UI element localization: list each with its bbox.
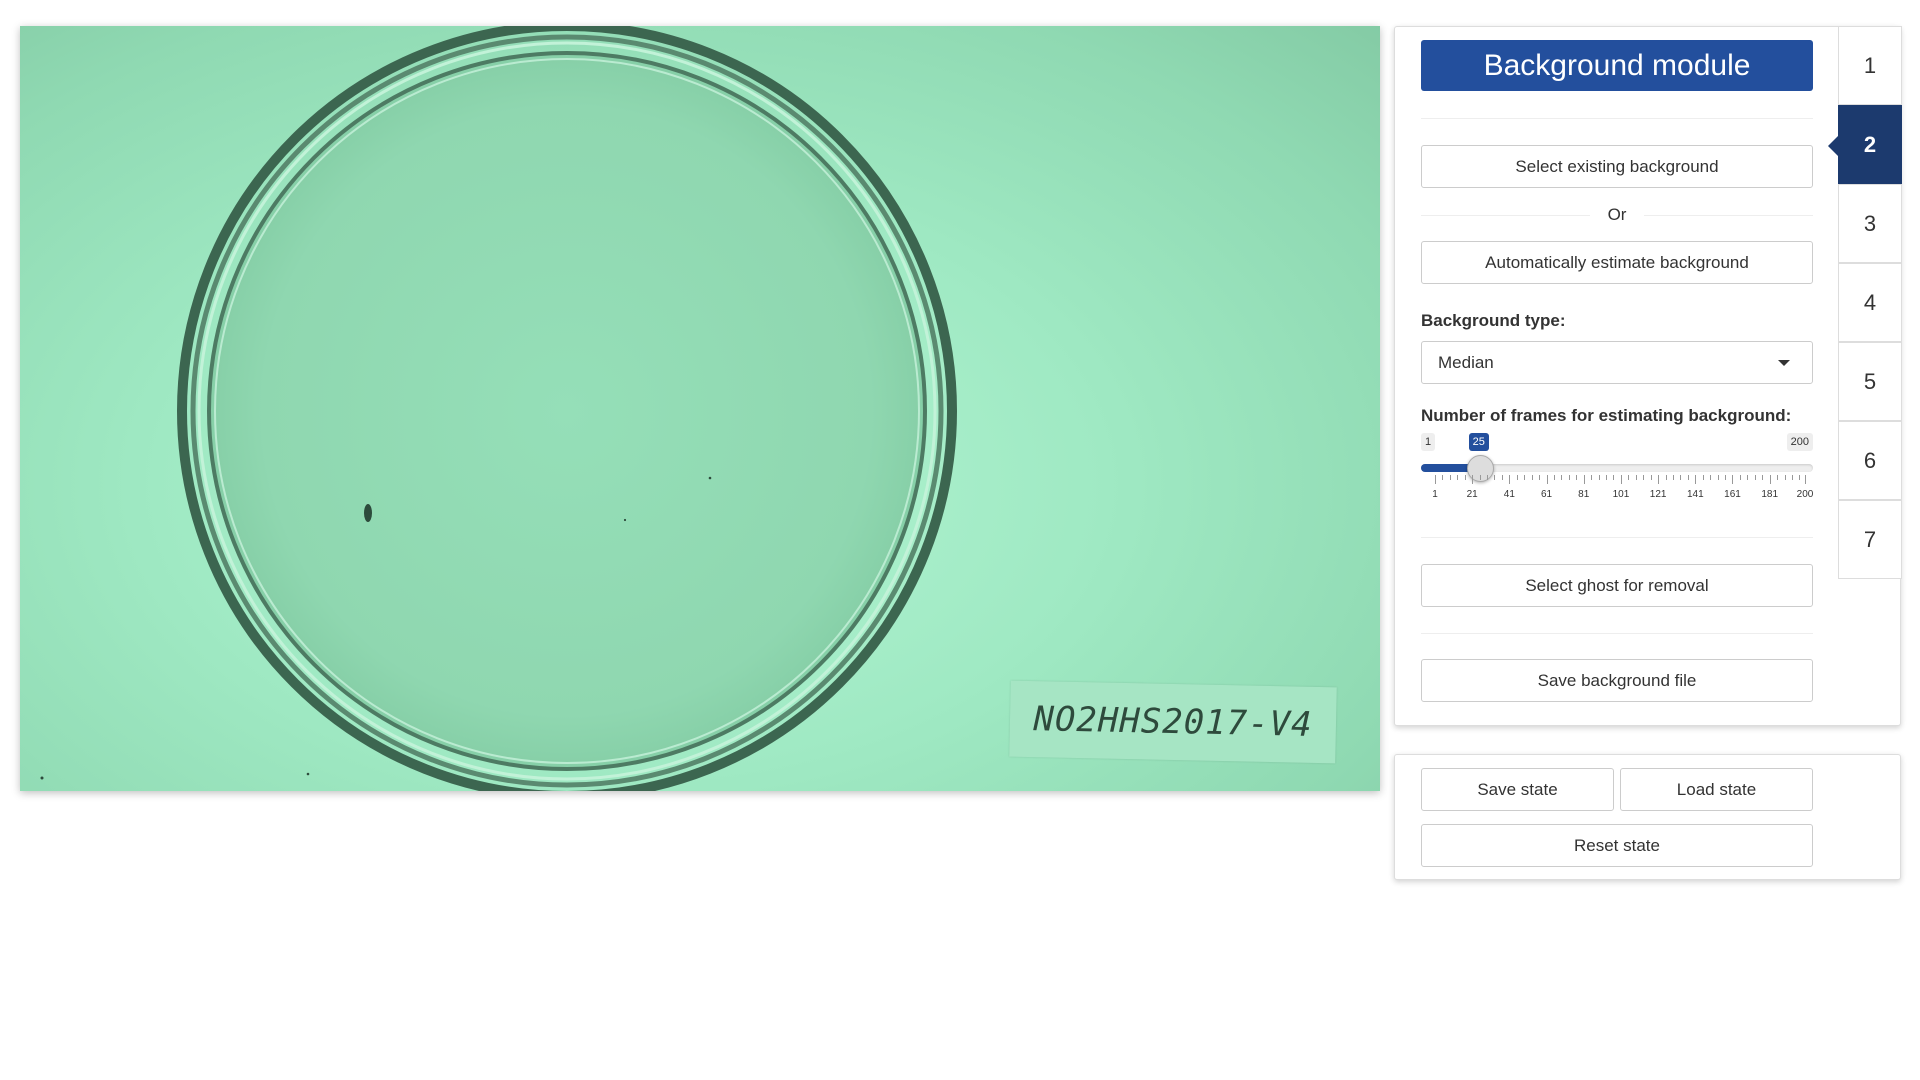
background-type-value: Median <box>1438 352 1494 372</box>
divider <box>1421 118 1813 119</box>
slider-tick <box>1509 475 1511 484</box>
slider-tick <box>1643 475 1645 480</box>
slider-tick <box>1739 475 1741 480</box>
select-existing-background-button[interactable]: Select existing background <box>1421 145 1813 188</box>
slider-tick <box>1791 475 1793 480</box>
slider-tick <box>1539 475 1541 480</box>
slider-tick <box>1650 475 1652 480</box>
slider-tick <box>1695 475 1697 484</box>
slider-tick <box>1501 475 1503 480</box>
or-text: Or <box>1607 205 1627 224</box>
slider-min-label: 1 <box>1421 433 1436 451</box>
slider-tick-label: 200 <box>1796 489 1814 500</box>
tab-step-4[interactable]: 4 <box>1838 263 1902 342</box>
slider-tick <box>1561 475 1563 480</box>
slider-tick <box>1568 475 1570 480</box>
slider-tick <box>1598 475 1600 480</box>
save-background-file-button[interactable]: Save background file <box>1421 659 1813 702</box>
slider-tick <box>1457 475 1459 480</box>
slider-tick <box>1546 475 1548 484</box>
frames-label: Number of frames for estimating backgrou… <box>1421 406 1792 425</box>
divider <box>1421 537 1813 538</box>
state-panel: Save state Load state Reset state <box>1394 754 1901 880</box>
background-type-label: Background type: <box>1421 311 1566 330</box>
reset-state-button[interactable]: Reset state <box>1421 824 1813 867</box>
load-state-button[interactable]: Load state <box>1620 768 1813 811</box>
auto-estimate-background-button[interactable]: Automatically estimate background <box>1421 241 1813 284</box>
slider-tick <box>1628 475 1630 480</box>
slider-tick <box>1553 475 1555 480</box>
divider <box>1421 633 1813 634</box>
slider-tick <box>1494 475 1496 480</box>
tab-step-2[interactable]: 2 <box>1828 105 1902 184</box>
slider-tick <box>1799 475 1801 480</box>
divider <box>1421 214 1590 216</box>
background-module-panel: Background module Select existing backgr… <box>1394 26 1901 726</box>
slider-tick <box>1591 475 1593 480</box>
slider-tick <box>1472 475 1474 484</box>
frames-slider[interactable]: 1 200 25 1 21 41 61 81 101 121 141 161 181 200 <box>1421 433 1813 503</box>
slider-tick <box>1717 475 1719 480</box>
slider-tick-label: 61 <box>1540 489 1553 500</box>
tab-step-3[interactable]: 3 <box>1838 184 1902 263</box>
slider-tick <box>1613 475 1615 480</box>
or-separator: Or <box>1421 203 1814 227</box>
slider-tick <box>1435 475 1436 484</box>
save-state-button[interactable]: Save state <box>1421 768 1614 811</box>
petri-dish-image <box>40 26 957 791</box>
slider-tick <box>1487 475 1489 480</box>
slider-tick <box>1442 475 1444 480</box>
slider-tick <box>1516 475 1518 480</box>
tab-step-7[interactable]: 7 <box>1838 500 1902 579</box>
slider-tick <box>1620 475 1622 484</box>
slider-tick-label: 41 <box>1503 489 1515 500</box>
slider-tick <box>1732 475 1734 484</box>
slider-tick <box>1762 475 1764 480</box>
slider-tick <box>1479 475 1481 480</box>
slider-tick <box>1725 475 1727 480</box>
slider-tick-label: 121 <box>1649 489 1667 500</box>
slider-tick-label: 81 <box>1578 489 1590 500</box>
slider-tick <box>1680 475 1682 480</box>
tab-step-5[interactable]: 5 <box>1838 342 1902 421</box>
plate-label: NO2HHS2017-V4 <box>1009 680 1337 764</box>
slider-tick-label: 161 <box>1724 489 1741 500</box>
select-ghost-button[interactable]: Select ghost for removal <box>1421 564 1813 607</box>
slider-tick <box>1672 475 1674 480</box>
slider-tick <box>1710 475 1712 480</box>
slider-tick <box>1635 475 1637 480</box>
slider-tick <box>1784 475 1786 480</box>
slider-tick <box>1464 475 1466 480</box>
slider-tick <box>1606 475 1608 480</box>
slider-tick <box>1747 475 1749 480</box>
slider-tick <box>1583 475 1585 484</box>
slider-tick <box>1687 475 1689 480</box>
tab-step-6[interactable]: 6 <box>1838 421 1902 500</box>
module-title: Background module <box>1421 40 1813 91</box>
slider-tick <box>1658 475 1660 484</box>
slider-tick <box>1449 475 1451 480</box>
slider-value-label: 25 <box>1468 433 1489 451</box>
slider-tick <box>1665 475 1667 480</box>
slider-tick <box>1524 475 1526 480</box>
video-display[interactable]: NO2HHS2017-V4 <box>20 26 1380 791</box>
slider-tick <box>1769 475 1771 484</box>
slider-tick-label: 1 <box>1432 489 1438 500</box>
slider-tick-label: 141 <box>1686 489 1704 500</box>
tab-step-1[interactable]: 1 <box>1838 26 1902 105</box>
slider-tick <box>1777 475 1779 480</box>
slider-tick-label: 21 <box>1466 489 1478 500</box>
slider-tick-label: 181 <box>1761 489 1779 500</box>
slider-tick <box>1702 475 1704 480</box>
caret-down-icon <box>1778 359 1790 366</box>
divider <box>1644 214 1814 216</box>
slider-tick-label: 101 <box>1612 489 1630 500</box>
slider-tick <box>1805 475 1806 484</box>
slider-tick <box>1576 475 1578 480</box>
background-type-select[interactable]: Median <box>1421 341 1813 384</box>
slider-max-label: 200 <box>1786 433 1813 451</box>
slider-tick <box>1754 475 1756 480</box>
slider-tick <box>1531 475 1533 480</box>
